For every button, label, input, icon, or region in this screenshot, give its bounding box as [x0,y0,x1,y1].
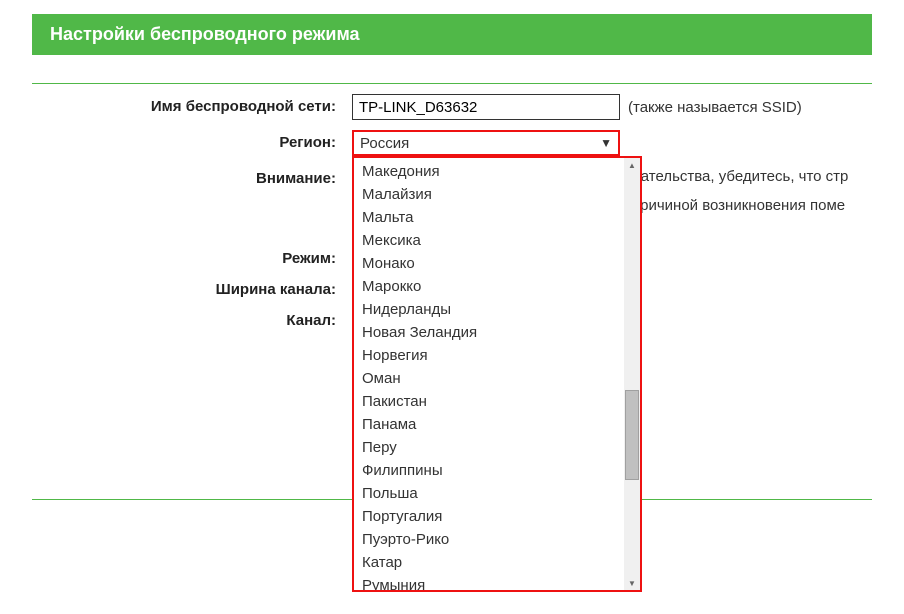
scrollbar[interactable]: ▲ ▼ [624,158,640,590]
scroll-track[interactable] [624,172,640,576]
page-title: Настройки беспроводного режима [32,14,872,55]
region-option[interactable]: Пуэрто-Рико [354,528,624,551]
chevron-down-icon: ▼ [600,136,612,150]
scroll-up-icon[interactable]: ▲ [624,158,640,172]
region-option[interactable]: Оман [354,367,624,390]
warning-text-line2: причиной возникновения поме [632,195,845,216]
mode-label: Режим: [32,246,352,267]
region-select-value: Россия [360,135,409,152]
region-option[interactable]: Польша [354,482,624,505]
channel-width-label: Ширина канала: [32,277,352,298]
scroll-thumb[interactable] [625,390,639,480]
region-option[interactable]: Португалия [354,505,624,528]
region-option[interactable]: Монако [354,252,624,275]
region-option[interactable]: Румыния [354,574,624,590]
region-dropdown-list[interactable]: МакедонияМалайзияМальтаМексикаМонакоМаро… [354,158,624,590]
region-option[interactable]: Марокко [354,275,624,298]
region-option[interactable]: Нидерланды [354,298,624,321]
warning-label: Внимание: [32,166,352,187]
region-option[interactable]: Норвегия [354,344,624,367]
region-dropdown[interactable]: МакедонияМалайзияМальтаМексикаМонакоМаро… [352,156,642,592]
warning-text-line1: дательства, убедитесь, что стр [632,166,848,187]
region-option[interactable]: Пакистан [354,390,624,413]
scroll-down-icon[interactable]: ▼ [624,576,640,590]
region-option[interactable]: Мальта [354,206,624,229]
region-option[interactable]: Перу [354,436,624,459]
ssid-hint: (также называется SSID) [628,99,802,116]
region-option[interactable]: Филиппины [354,459,624,482]
row-ssid: Имя беспроводной сети: (также называется… [32,94,872,120]
region-option[interactable]: Панама [354,413,624,436]
divider-top [32,83,872,84]
ssid-label: Имя беспроводной сети: [32,94,352,115]
ssid-input[interactable] [352,94,620,120]
row-region: Регион: Россия ▼ [32,130,872,156]
region-option[interactable]: Катар [354,551,624,574]
region-option[interactable]: Мексика [354,229,624,252]
channel-label: Канал: [32,308,352,329]
wireless-form: Имя беспроводной сети: (также называется… [32,94,872,329]
region-option[interactable]: Новая Зеландия [354,321,624,344]
region-option[interactable]: Македония [354,160,624,183]
region-select[interactable]: Россия ▼ [352,130,620,156]
region-label: Регион: [32,130,352,151]
region-option[interactable]: Малайзия [354,183,624,206]
